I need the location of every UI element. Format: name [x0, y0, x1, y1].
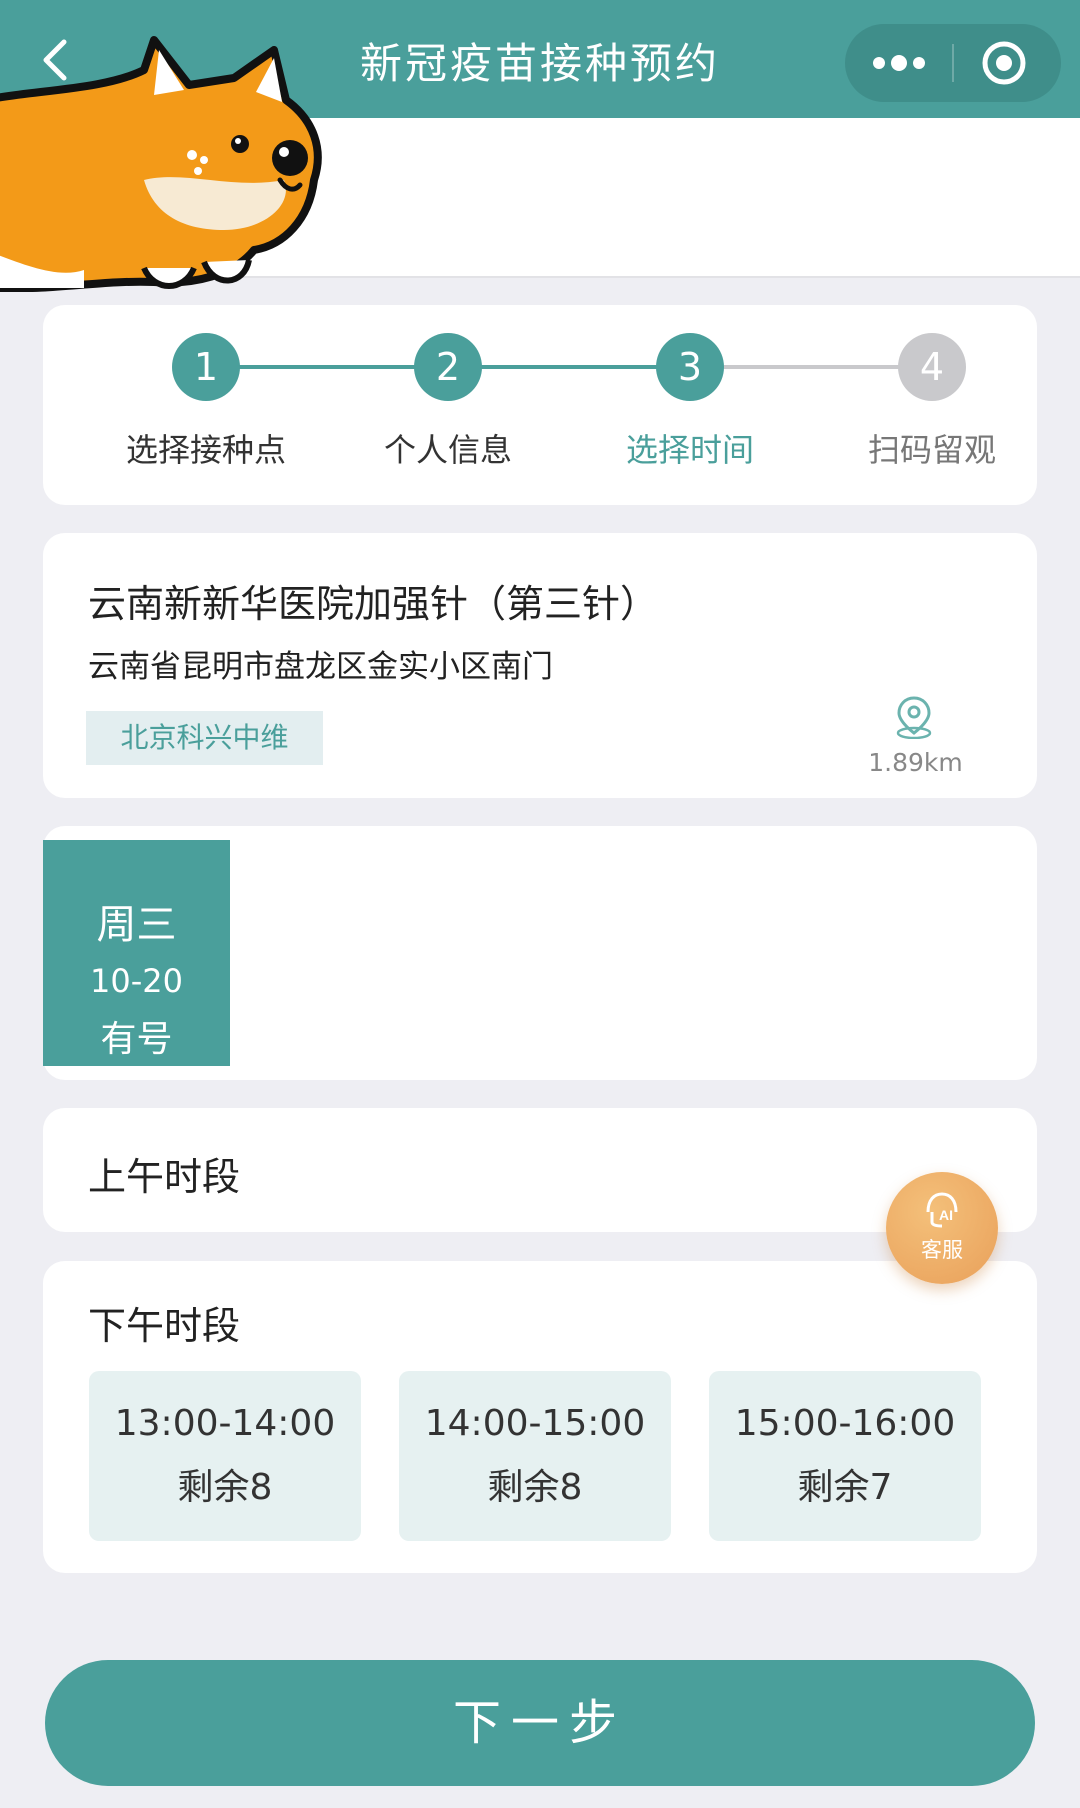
site-address: 云南省昆明市盘龙区金实小区南门: [88, 649, 553, 685]
afternoon-section: 下午时段 13:00-14:00 剩余8 14:00-15:00 剩余8 15:…: [43, 1261, 1037, 1573]
time-slot-option[interactable]: 14:00-15:00 剩余8: [399, 1371, 671, 1541]
morning-section-title: 上午时段: [88, 1155, 241, 1199]
time-slot-option[interactable]: 13:00-14:00 剩余8: [89, 1371, 361, 1541]
afternoon-section-title: 下午时段: [88, 1304, 241, 1348]
vaccination-site-card: 云南新新华医院加强针（第三针） 云南省昆明市盘龙区金实小区南门 北京科兴中维 1…: [43, 533, 1037, 798]
more-dots-icon: [873, 55, 925, 71]
step-label: 选择时间: [625, 431, 754, 469]
time-slot-time: 14:00-15:00: [424, 1403, 646, 1444]
step-personal-info[interactable]: 2 个人信息: [328, 333, 568, 471]
step-number: 2: [414, 333, 482, 401]
next-step-button[interactable]: 下一步: [45, 1660, 1035, 1786]
step-label: 扫码留观: [867, 431, 996, 469]
mini-program-capsule: [845, 24, 1061, 102]
time-slot-remaining: 剩余8: [177, 1467, 273, 1508]
ai-service-label: 客服: [921, 1238, 963, 1262]
step-label: 个人信息: [383, 431, 512, 469]
date-day: 10-20: [90, 962, 183, 1000]
time-slot-option[interactable]: 15:00-16:00 剩余7: [709, 1371, 981, 1541]
step-scan-observe[interactable]: 4 扫码留观: [812, 333, 1052, 471]
more-button[interactable]: [845, 24, 953, 102]
date-selection-card: 周三 10-20 有号: [43, 826, 1037, 1080]
step-number: 4: [898, 333, 966, 401]
progress-steps-card: 1 选择接种点 2 个人信息 3 选择时间 4 扫码留观: [43, 305, 1037, 505]
date-weekday: 周三: [96, 902, 177, 948]
close-mini-program-button[interactable]: [954, 24, 1061, 102]
step-number: 1: [172, 333, 240, 401]
time-slot-remaining: 剩余8: [487, 1467, 583, 1508]
corgi-mascot-image: [0, 36, 322, 292]
vaccine-vendor-tag: 北京科兴中维: [86, 711, 323, 765]
ai-customer-service-button[interactable]: AI 客服: [886, 1172, 998, 1284]
distance-label: 1.89km: [868, 748, 963, 777]
step-label: 选择接种点: [125, 431, 286, 469]
ai-headset-icon: AI: [926, 1192, 958, 1228]
time-slot-remaining: 剩余7: [797, 1467, 893, 1508]
time-slot-time: 13:00-14:00: [114, 1403, 336, 1444]
location-pin-icon[interactable]: [894, 695, 934, 739]
step-select-time[interactable]: 3 选择时间: [570, 333, 810, 471]
date-option-selected[interactable]: 周三 10-20 有号: [43, 840, 230, 1066]
step-select-site[interactable]: 1 选择接种点: [86, 333, 326, 471]
svg-text:AI: AI: [939, 1207, 953, 1223]
date-availability: 有号: [100, 1019, 173, 1060]
target-circle-icon: [982, 41, 1026, 85]
step-number: 3: [656, 333, 724, 401]
time-slot-time: 15:00-16:00: [734, 1403, 956, 1444]
site-name: 云南新新华医院加强针（第三针）: [88, 582, 659, 626]
